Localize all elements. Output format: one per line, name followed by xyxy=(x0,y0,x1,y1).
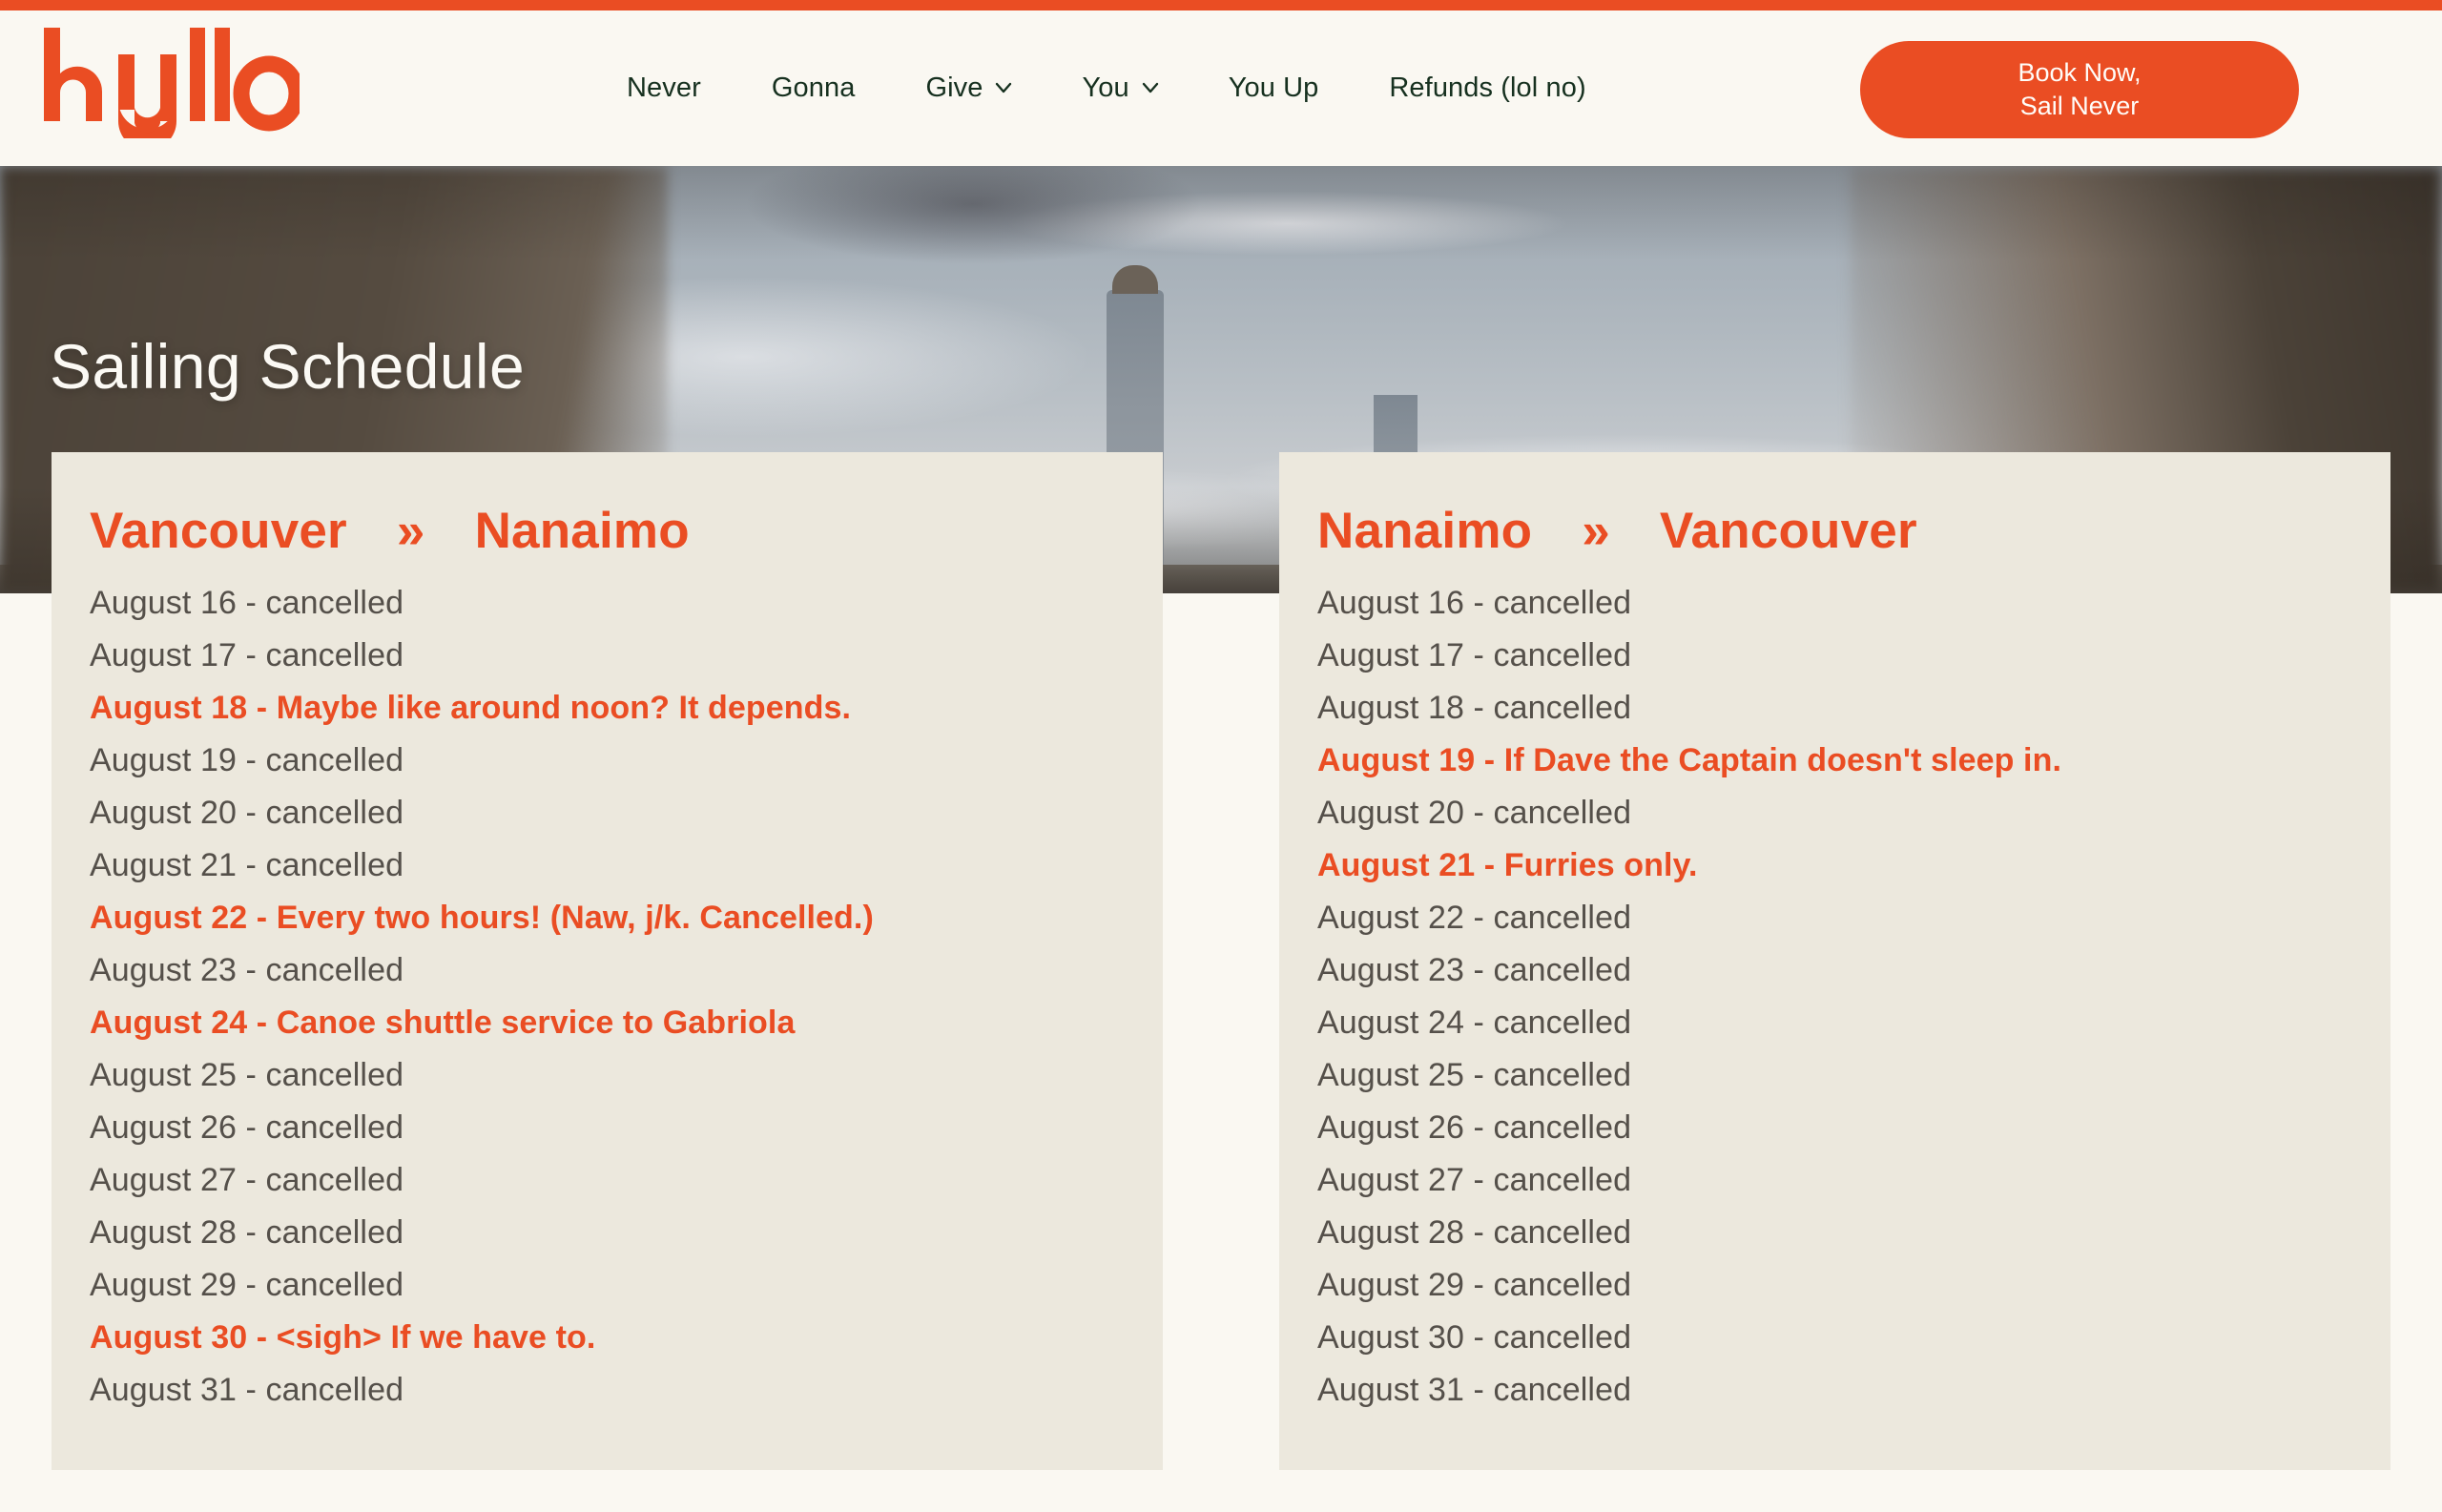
list-item: August 24 - Canoe shuttle service to Gab… xyxy=(90,1005,796,1041)
list-item: August 21 - cancelled xyxy=(90,847,404,883)
book-now-line1: Book Now, xyxy=(2018,58,2142,88)
list-item: August 25 - cancelled xyxy=(90,1057,404,1093)
list-item: August 21 - Furries only. xyxy=(1317,847,1698,883)
nav-label: Refunds (lol no) xyxy=(1389,72,1586,103)
nav-item-never[interactable]: Never xyxy=(591,72,736,104)
list-item: August 16 - cancelled xyxy=(1317,585,1632,621)
list-item: August 28 - cancelled xyxy=(1317,1214,1632,1251)
list-item: August 27 - cancelled xyxy=(1317,1162,1632,1198)
schedule-card-vancouver-nanaimo: Vancouver » Nanaimo August 16 - cancelle… xyxy=(52,452,1163,1470)
nav-item-you[interactable]: You xyxy=(1046,72,1192,104)
nav-item-refunds[interactable]: Refunds (lol no) xyxy=(1354,72,1621,104)
route-arrow-icon: » xyxy=(1582,503,1610,559)
list-item: August 17 - cancelled xyxy=(90,637,404,673)
list-item: August 22 - cancelled xyxy=(1317,900,1632,936)
list-item: August 31 - cancelled xyxy=(1317,1372,1632,1408)
list-item: August 18 - Maybe like around noon? It d… xyxy=(90,690,852,726)
list-item: August 19 - If Dave the Captain doesn't … xyxy=(1317,742,2062,778)
list-item: August 20 - cancelled xyxy=(1317,795,1632,831)
nav-label: Gonna xyxy=(771,72,856,103)
route-origin: Nanaimo xyxy=(1317,503,1533,559)
route-origin: Vancouver xyxy=(90,503,347,559)
list-item: August 31 - cancelled xyxy=(90,1372,404,1408)
route-title: Vancouver » Nanaimo xyxy=(90,502,1125,560)
schedule-card-nanaimo-vancouver: Nanaimo » Vancouver August 16 - cancelle… xyxy=(1279,452,2390,1470)
list-item: August 27 - cancelled xyxy=(90,1162,404,1198)
route-destination: Nanaimo xyxy=(474,503,690,559)
schedule-list: August 16 - cancelled August 17 - cancel… xyxy=(1317,577,2352,1417)
nav-label: Give xyxy=(925,72,983,103)
list-item: August 23 - cancelled xyxy=(1317,952,1632,988)
list-item: August 30 - <sigh> If we have to. xyxy=(90,1319,596,1356)
list-item: August 24 - cancelled xyxy=(1317,1005,1632,1041)
site-header: Never Gonna Give You You Up Refunds (lol… xyxy=(0,10,2442,166)
list-item: August 17 - cancelled xyxy=(1317,637,1632,673)
book-now-line2: Sail Never xyxy=(2019,92,2140,120)
chevron-down-icon xyxy=(1141,78,1158,95)
list-item: August 25 - cancelled xyxy=(1317,1057,1632,1093)
list-item: August 26 - cancelled xyxy=(1317,1109,1632,1146)
book-now-button[interactable]: Book Now, Sail Never xyxy=(1860,41,2299,138)
nav-item-you-up[interactable]: You Up xyxy=(1193,72,1355,104)
list-item: August 18 - cancelled xyxy=(1317,690,1632,726)
list-item: August 22 - Every two hours! (Naw, j/k. … xyxy=(90,900,874,936)
list-item: August 23 - cancelled xyxy=(90,952,404,988)
nav-item-give[interactable]: Give xyxy=(890,72,1046,104)
list-item: August 29 - cancelled xyxy=(90,1267,404,1303)
nav-item-gonna[interactable]: Gonna xyxy=(736,72,891,104)
main-nav[interactable]: Never Gonna Give You You Up Refunds (lol… xyxy=(591,10,1622,166)
chevron-down-icon xyxy=(994,78,1012,95)
list-item: August 20 - cancelled xyxy=(90,795,404,831)
page-title: Sailing Schedule xyxy=(50,331,526,402)
nav-label: You xyxy=(1082,72,1129,103)
route-title: Nanaimo » Vancouver xyxy=(1317,502,2352,560)
list-item: August 28 - cancelled xyxy=(90,1214,404,1251)
top-accent-bar xyxy=(0,0,2442,10)
nav-label: You Up xyxy=(1228,72,1319,103)
list-item: August 26 - cancelled xyxy=(90,1109,404,1146)
hullo-logo-icon xyxy=(44,28,305,151)
route-arrow-icon: » xyxy=(396,503,425,559)
hullo-logo[interactable] xyxy=(42,26,305,151)
schedule-list: August 16 - cancelled August 17 - cancel… xyxy=(90,577,1125,1417)
list-item: August 29 - cancelled xyxy=(1317,1267,1632,1303)
nav-label: Never xyxy=(627,72,701,103)
route-destination: Vancouver xyxy=(1659,503,1917,559)
list-item: August 16 - cancelled xyxy=(90,585,404,621)
schedule-cards: Vancouver » Nanaimo August 16 - cancelle… xyxy=(0,452,2442,1470)
list-item: August 19 - cancelled xyxy=(90,742,404,778)
list-item: August 30 - cancelled xyxy=(1317,1319,1632,1356)
